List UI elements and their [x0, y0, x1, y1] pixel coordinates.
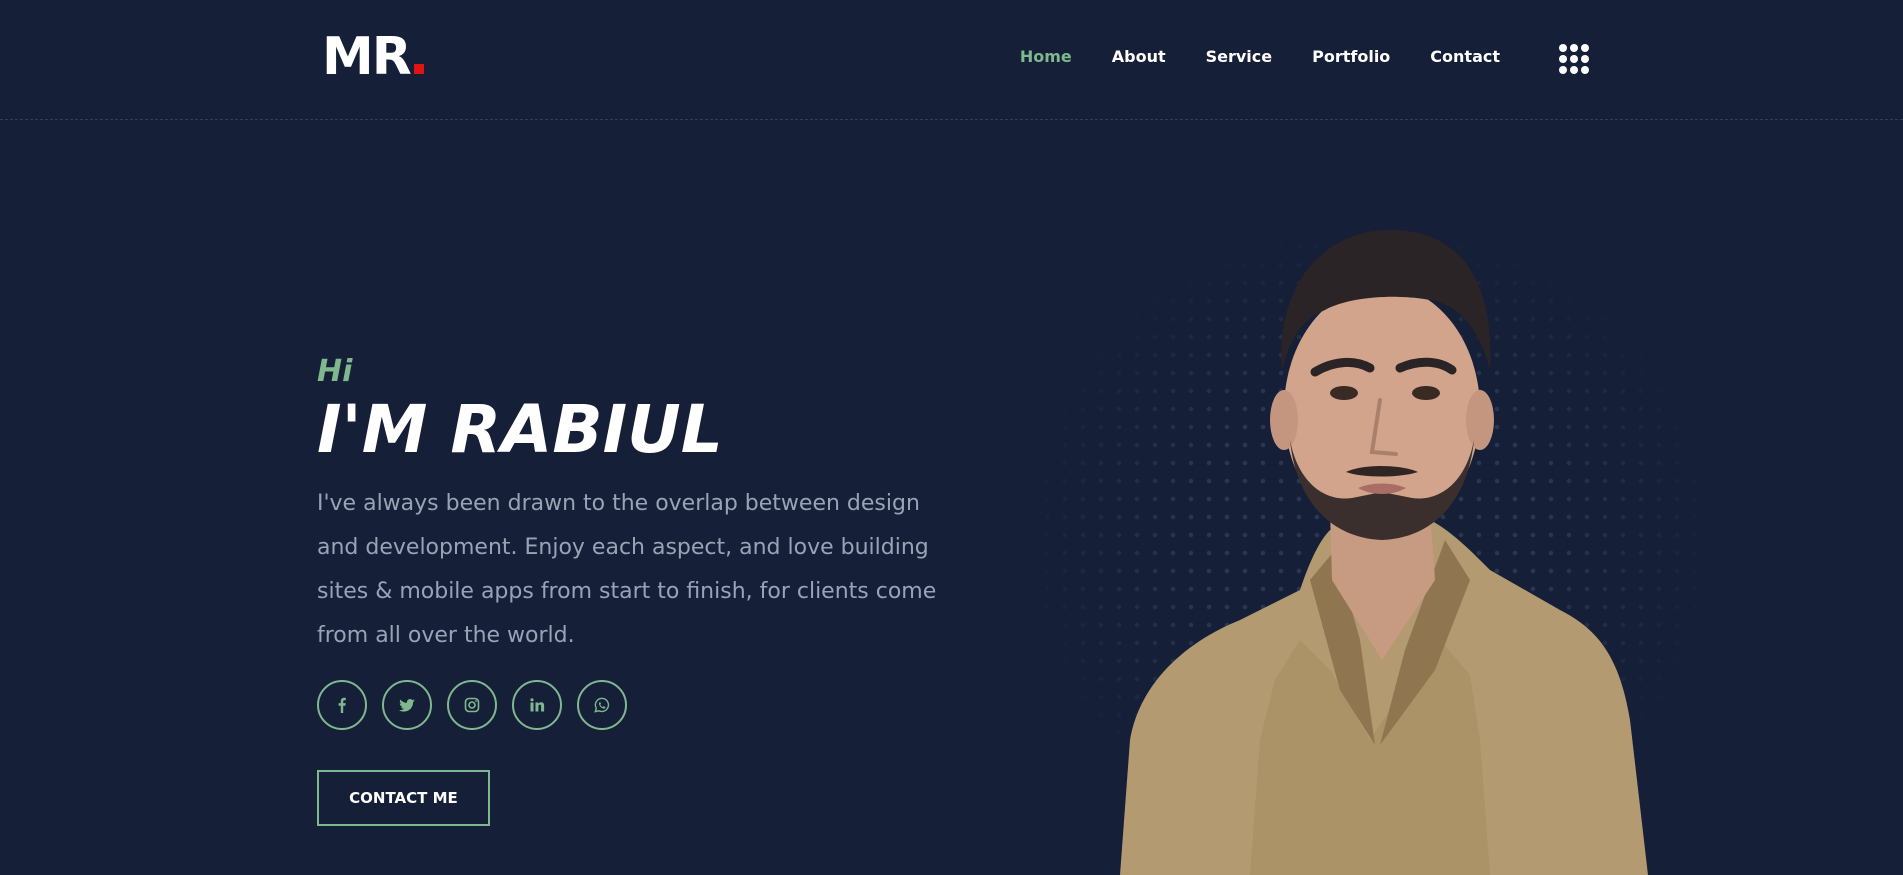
- logo[interactable]: MR: [322, 30, 424, 84]
- logo-dot: [413, 64, 424, 74]
- linkedin-icon: [530, 698, 545, 712]
- twitter-link[interactable]: [382, 680, 432, 730]
- nav-item-about[interactable]: About: [1112, 46, 1166, 68]
- hero-portrait: [1020, 200, 1720, 875]
- hero-intro: Hi I'M RABIUL I've always been drawn to …: [317, 352, 937, 826]
- site-header: MR Home About Service Portfolio Contact: [0, 0, 1903, 120]
- nav-item-contact[interactable]: Contact: [1430, 46, 1500, 68]
- nav-item-portfolio[interactable]: Portfolio: [1312, 46, 1390, 68]
- whatsapp-icon: [594, 697, 610, 713]
- contact-me-button[interactable]: CONTACT ME: [317, 770, 490, 826]
- main-nav: Home About Service Portfolio Contact: [1020, 46, 1500, 68]
- whatsapp-link[interactable]: [577, 680, 627, 730]
- facebook-link[interactable]: [317, 680, 367, 730]
- twitter-icon: [399, 699, 415, 712]
- instagram-link[interactable]: [447, 680, 497, 730]
- nav-item-service[interactable]: Service: [1206, 46, 1273, 68]
- hero-name: I'M RABIUL: [317, 391, 723, 468]
- logo-text: MR: [322, 27, 412, 87]
- facebook-icon: [338, 697, 346, 713]
- portrait-image: [1120, 230, 1648, 875]
- grid-dots-icon[interactable]: [1559, 44, 1589, 74]
- hero-bio: I've always been drawn to the overlap be…: [317, 491, 937, 648]
- hero-greeting: Hi: [317, 354, 353, 389]
- linkedin-link[interactable]: [512, 680, 562, 730]
- social-links: [317, 680, 937, 730]
- nav-item-home[interactable]: Home: [1020, 46, 1072, 68]
- instagram-icon: [464, 697, 480, 713]
- page: MR Home About Service Portfolio Contact …: [0, 0, 1903, 875]
